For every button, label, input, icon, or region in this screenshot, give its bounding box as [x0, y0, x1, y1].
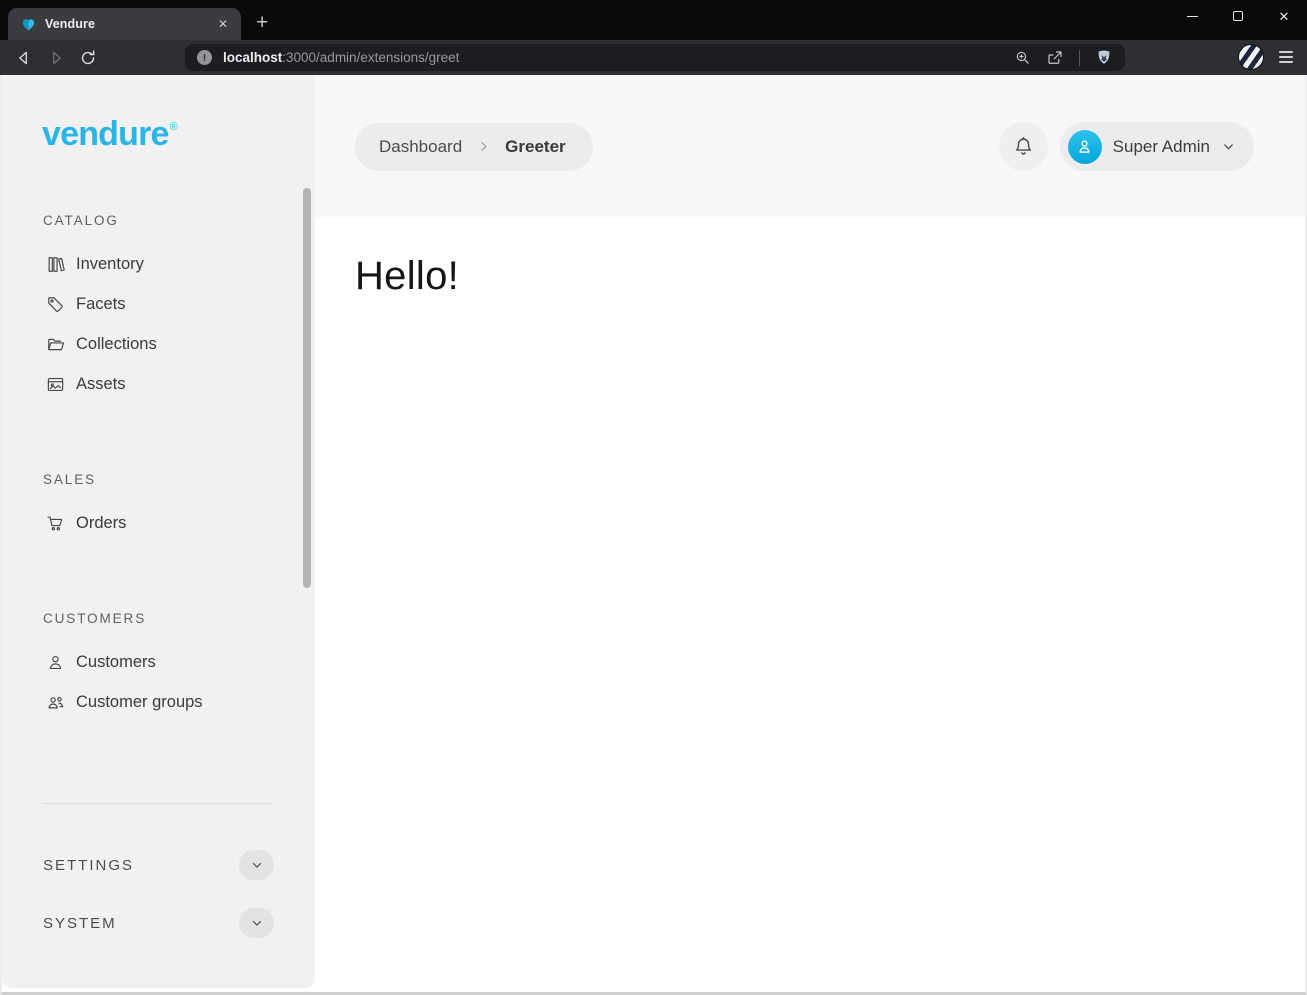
sidebar: vendure® CATALOG Inventory Facets Collec… — [2, 75, 315, 988]
share-icon[interactable] — [1046, 49, 1064, 67]
sidebar-item-collections[interactable]: Collections — [2, 324, 315, 364]
sidebar-item-label: Customer groups — [76, 693, 203, 712]
section-label-sales: SALES — [43, 472, 315, 487]
url-text: localhost:3000/admin/extensions/greet — [223, 50, 1014, 65]
bell-icon — [1012, 135, 1035, 158]
notifications-button[interactable] — [999, 122, 1048, 171]
sidebar-item-label: Facets — [76, 295, 126, 314]
browser-toolbar: ! localhost:3000/admin/extensions/greet — [0, 40, 1307, 75]
url-host: localhost — [223, 50, 282, 65]
address-bar[interactable]: ! localhost:3000/admin/extensions/greet — [185, 44, 1125, 71]
sidebar-item-assets[interactable]: Assets — [2, 364, 315, 404]
close-button[interactable]: ✕ — [1261, 0, 1307, 32]
browser-window: Vendure ✕ + ✕ ! localhost:3000/admin/ext… — [0, 0, 1307, 995]
header-actions: Super Admin — [999, 122, 1254, 171]
folder-icon — [46, 335, 65, 354]
reload-icon — [79, 49, 97, 67]
minimize-icon — [1187, 16, 1198, 17]
urlbar-actions — [1014, 48, 1113, 67]
sidebar-item-inventory[interactable]: Inventory — [2, 244, 315, 284]
sidebar-item-label: Inventory — [76, 255, 144, 274]
sidebar-item-label: Orders — [76, 514, 126, 533]
breadcrumb: Dashboard Greeter — [355, 123, 593, 171]
section-label-settings: SETTINGS — [43, 857, 134, 874]
section-label-customers: CUSTOMERS — [43, 611, 315, 626]
sidebar-section-system: SYSTEM — [43, 906, 274, 940]
section-label-system: SYSTEM — [43, 915, 117, 932]
hamburger-icon — [1279, 51, 1293, 53]
browser-titlebar: Vendure ✕ + ✕ — [0, 0, 1307, 40]
sidebar-item-customers[interactable]: Customers — [2, 642, 315, 682]
brave-shield-icon[interactable] — [1095, 48, 1113, 67]
section-label-catalog: CATALOG — [43, 213, 315, 228]
vendure-favicon-heart-icon — [21, 17, 36, 32]
breadcrumb-current: Greeter — [505, 137, 565, 157]
maximize-button[interactable] — [1215, 0, 1261, 32]
user-icon — [46, 653, 65, 672]
tab-close-icon[interactable]: ✕ — [214, 15, 232, 33]
sidebar-item-label: Customers — [76, 653, 156, 672]
new-tab-button[interactable]: + — [256, 12, 268, 33]
window-controls: ✕ — [1169, 0, 1307, 32]
vendure-logo[interactable]: vendure® — [42, 117, 315, 151]
users-icon — [46, 693, 65, 712]
logo-text: vendure — [42, 115, 169, 153]
main-area: Dashboard Greeter Super Admin — [315, 75, 1305, 992]
chevron-down-icon — [250, 858, 264, 872]
zoom-icon[interactable] — [1014, 49, 1031, 66]
breadcrumb-dashboard-link[interactable]: Dashboard — [379, 137, 462, 157]
user-menu-button[interactable]: Super Admin — [1060, 122, 1254, 171]
maximize-icon — [1233, 11, 1243, 21]
user-avatar — [1068, 130, 1102, 164]
image-icon — [46, 375, 65, 394]
chevron-right-icon — [477, 140, 490, 153]
browser-tab-vendure[interactable]: Vendure ✕ — [8, 8, 241, 40]
main-header: Dashboard Greeter Super Admin — [315, 75, 1305, 218]
back-icon — [15, 49, 33, 67]
profile-avatar[interactable] — [1238, 44, 1264, 70]
tab-title: Vendure — [45, 17, 214, 31]
sidebar-section-settings: SETTINGS — [43, 848, 274, 882]
vendure-admin-app: vendure® CATALOG Inventory Facets Collec… — [0, 75, 1307, 995]
browser-menu-button[interactable] — [1277, 48, 1295, 66]
site-info-icon[interactable]: ! — [197, 50, 212, 65]
logo-registered-mark: ® — [170, 121, 177, 133]
page-heading: Hello! — [355, 254, 1265, 299]
chevron-down-icon — [1221, 139, 1236, 154]
sidebar-item-label: Assets — [76, 375, 126, 394]
sidebar-item-customer-groups[interactable]: Customer groups — [2, 682, 315, 722]
url-path: :3000/admin/extensions/greet — [282, 50, 459, 65]
sidebar-item-facets[interactable]: Facets — [2, 284, 315, 324]
back-button[interactable] — [11, 45, 37, 71]
page-content: Hello! — [315, 218, 1305, 335]
reload-button[interactable] — [75, 45, 101, 71]
cart-icon — [46, 514, 65, 533]
nav-section-customers: CUSTOMERS Customers Customer groups — [2, 611, 315, 722]
sidebar-item-orders[interactable]: Orders — [2, 503, 315, 543]
sidebar-divider — [42, 803, 273, 804]
user-name: Super Admin — [1113, 137, 1210, 157]
sidebar-item-label: Collections — [76, 335, 157, 354]
user-icon — [1075, 137, 1094, 156]
system-expand-button[interactable] — [239, 908, 274, 938]
forward-button[interactable] — [43, 45, 69, 71]
settings-expand-button[interactable] — [239, 850, 274, 880]
library-icon — [46, 255, 65, 274]
forward-icon — [47, 49, 65, 67]
nav-section-sales: SALES Orders — [2, 472, 315, 543]
chevron-down-icon — [250, 916, 264, 930]
sidebar-scrollbar-thumb[interactable] — [303, 188, 311, 588]
divider — [1079, 50, 1080, 66]
minimize-button[interactable] — [1169, 0, 1215, 32]
nav-section-catalog: CATALOG Inventory Facets Collections — [2, 213, 315, 404]
tag-icon — [46, 295, 65, 314]
